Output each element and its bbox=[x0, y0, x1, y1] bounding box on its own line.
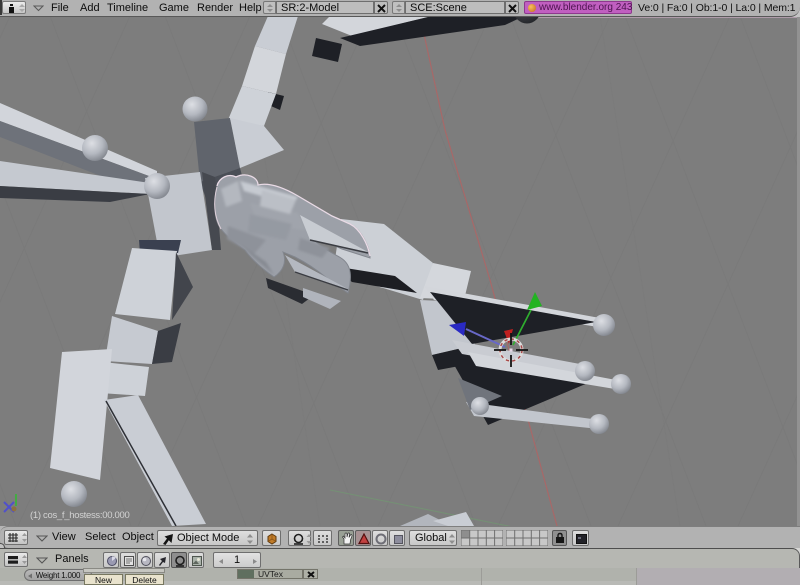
svg-text:(1) cos_f_hostess:00.000: (1) cos_f_hostess:00.000 bbox=[30, 510, 129, 521]
